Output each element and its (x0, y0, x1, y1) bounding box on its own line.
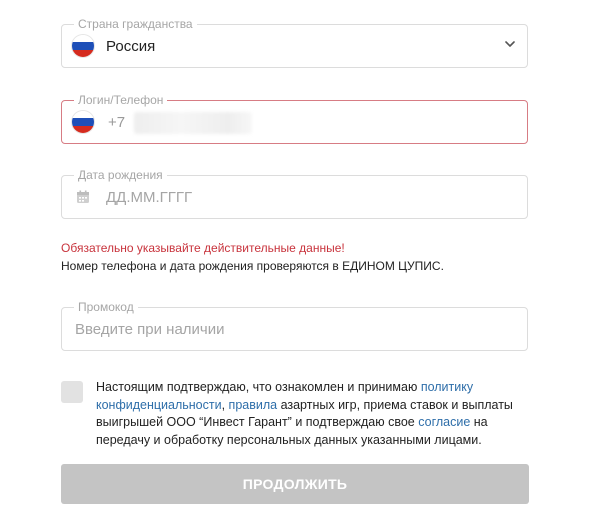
continue-button[interactable]: ПРОДОЛЖИТЬ (61, 464, 529, 504)
consent-text-part: , (221, 397, 229, 412)
birthdate-field[interactable]: Дата рождения ДД.ММ.ГГГГ (61, 168, 528, 219)
calendar-icon (77, 190, 89, 203)
obscured-phone-value (134, 112, 252, 134)
phone-prefix: +7 (108, 114, 126, 131)
promo-code-placeholder: Введите при наличии (75, 321, 225, 338)
consent-text: Настоящим подтверждаю, что ознакомлен и … (96, 379, 536, 449)
country-select[interactable]: Страна гражданства Россия (61, 17, 528, 68)
birthdate-legend: Дата рождения (74, 168, 167, 182)
russia-flag-icon (72, 111, 94, 133)
info-notice: Номер телефона и дата рождения проверяют… (61, 259, 444, 273)
rules-link[interactable]: правила (229, 398, 278, 412)
country-select-value: Россия (106, 38, 156, 55)
promo-code-legend: Промокод (74, 300, 138, 314)
consent-checkbox[interactable] (61, 381, 83, 403)
consent-text-part: Настоящим подтверждаю, что ознакомлен и … (96, 380, 421, 394)
promo-code-field[interactable]: Промокод Введите при наличии (61, 300, 528, 351)
country-select-legend: Страна гражданства (74, 17, 197, 31)
login-phone-legend: Логин/Телефон (74, 93, 168, 107)
consent-link[interactable]: согласие (418, 415, 470, 429)
chevron-down-icon[interactable] (503, 37, 517, 51)
birthdate-placeholder: ДД.ММ.ГГГГ (106, 189, 193, 206)
warning-notice: Обязательно указывайте действительные да… (61, 241, 345, 255)
login-phone-field[interactable]: Логин/Телефон +7 (61, 93, 528, 144)
russia-flag-icon (72, 35, 94, 57)
